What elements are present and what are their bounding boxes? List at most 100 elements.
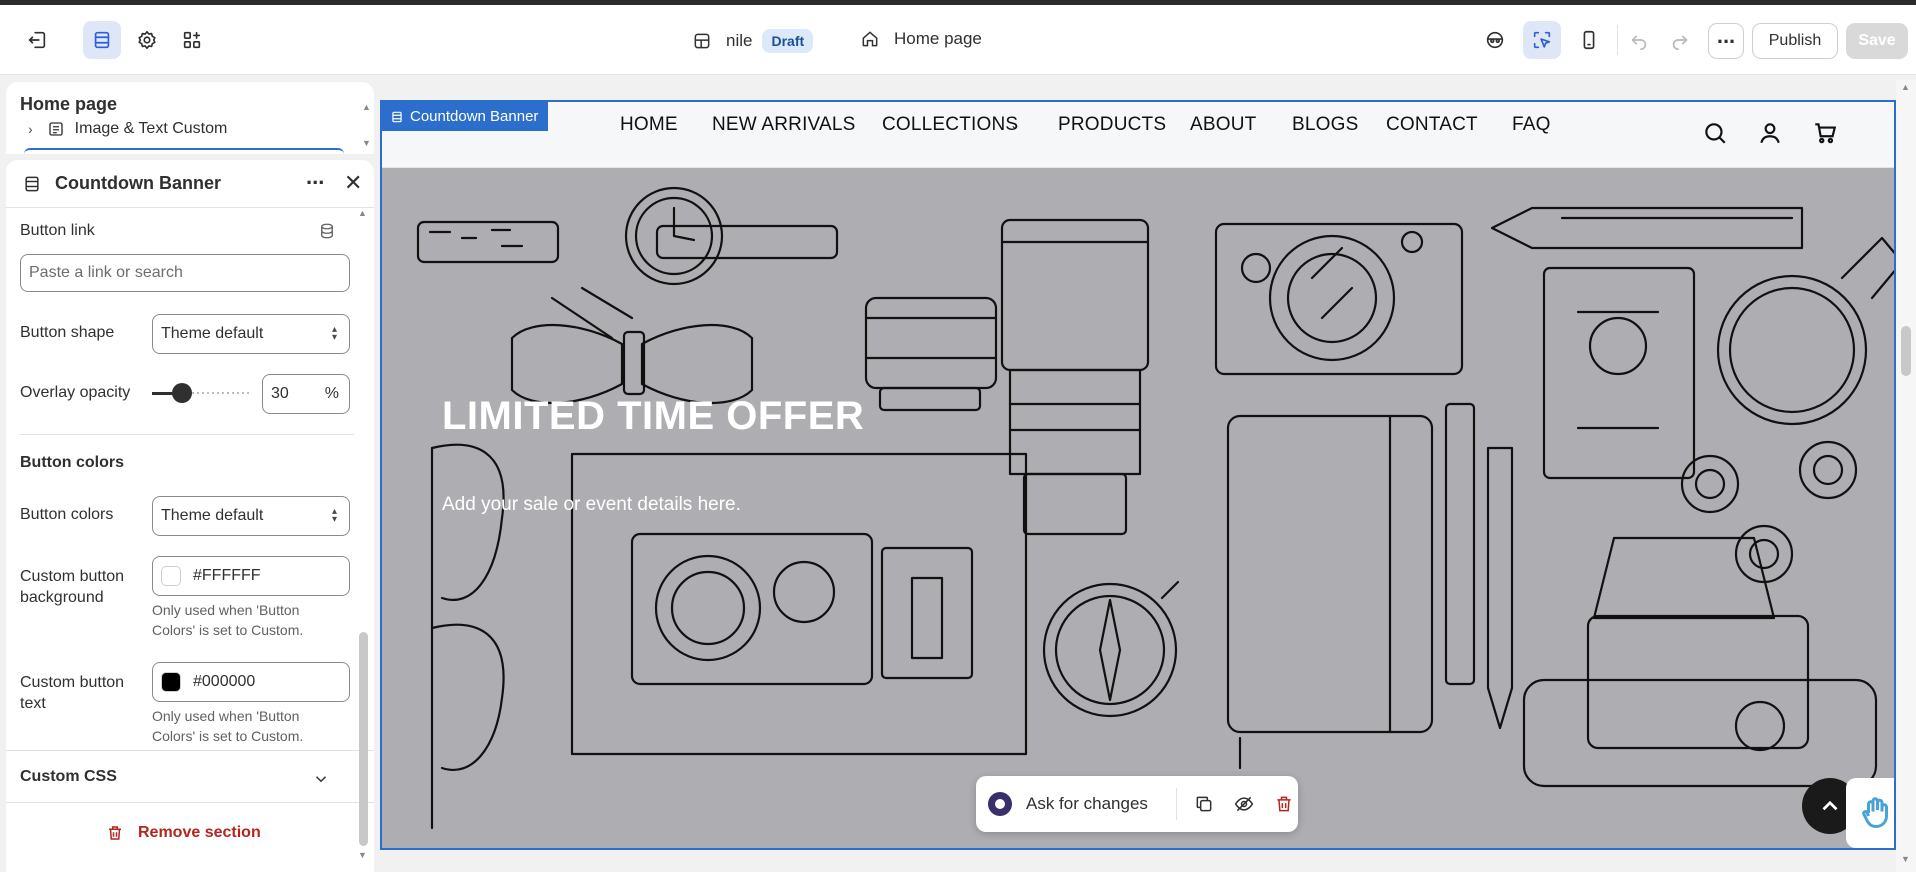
sections-icon[interactable] — [83, 21, 121, 59]
nav-blogs[interactable]: BLOGS — [1292, 114, 1358, 136]
custom-css-accordion[interactable]: Custom CSS — [6, 750, 346, 802]
save-button[interactable]: Save — [1846, 23, 1908, 59]
scroll-up-arrow[interactable]: ▲ — [1901, 82, 1910, 92]
button-colors-value: Theme default — [161, 507, 264, 524]
section-icon — [392, 111, 402, 122]
settings-gear-icon[interactable] — [128, 21, 166, 59]
search-icon[interactable] — [1702, 120, 1728, 146]
hand-icon — [1862, 797, 1888, 829]
custom-bg-color-input[interactable]: #FFFFFF — [152, 556, 350, 596]
section-icon — [25, 176, 39, 192]
page-selector[interactable]: Home page — [860, 29, 982, 49]
color-swatch-black[interactable] — [161, 672, 181, 692]
custom-text-color-input[interactable]: #000000 — [152, 662, 350, 702]
camera-illustration — [1214, 222, 1464, 376]
store-header: HOME NEW ARRIVALS COLLECTIONS ⌄ PRODUCTS… — [382, 102, 1894, 168]
ask-for-changes-button[interactable]: Ask for changes — [1026, 794, 1148, 814]
selected-section-tag[interactable]: Countdown Banner — [382, 102, 549, 131]
custom-text-hint: Only used when 'Button Colors' is set to… — [152, 706, 303, 746]
custom-bg-label: Custom button background — [20, 566, 124, 608]
apps-icon[interactable] — [173, 21, 211, 59]
close-icon[interactable]: ✕ — [344, 170, 362, 196]
delete-icon[interactable] — [1274, 794, 1294, 814]
preview-scrollbar[interactable]: ▲ ▼ — [1896, 80, 1916, 872]
button-colors-heading: Button colors — [20, 454, 124, 471]
nav-about[interactable]: ABOUT — [1190, 114, 1256, 136]
scroll-down-arrow[interactable]: ▼ — [358, 850, 367, 860]
section-more-icon[interactable]: ... — [306, 164, 324, 190]
custom-text-label: Custom button text — [20, 672, 124, 714]
storefront-preview[interactable]: HOME NEW ARRIVALS COLLECTIONS ⌄ PRODUCTS… — [380, 100, 1896, 850]
opacity-slider-handle[interactable] — [172, 383, 192, 403]
tree-item-label: Image & Text Custom — [74, 120, 228, 137]
custom-text-hint-line1: Only used when 'Button — [152, 708, 300, 724]
overlay-opacity-input[interactable]: 30 % — [262, 374, 350, 414]
custom-css-label: Custom CSS — [20, 768, 117, 785]
accessibility-widget[interactable] — [1846, 778, 1894, 848]
button-colors-label: Button colors — [20, 506, 114, 523]
section-title: Countdown Banner — [55, 173, 221, 193]
tape-rolls-illustration — [1680, 440, 1858, 584]
film-camera-illustration — [1522, 536, 1878, 788]
lens-illustration — [864, 296, 998, 412]
overlay-opacity-label: Overlay opacity — [20, 384, 131, 401]
dynamic-source-icon[interactable] — [318, 222, 336, 240]
nav-products[interactable]: PRODUCTS — [1058, 114, 1166, 136]
pen-illustration — [1444, 402, 1514, 730]
compass-illustration — [1042, 580, 1180, 718]
button-shape-select[interactable]: Theme default ▴ ▾ — [152, 314, 350, 354]
custom-bg-label-line2: background — [20, 589, 104, 606]
publish-button[interactable]: Publish — [1752, 23, 1838, 59]
view-mode-icon[interactable] — [1476, 21, 1514, 59]
nav-contact[interactable]: CONTACT — [1386, 114, 1478, 136]
tree-item-image-text[interactable]: › Image & Text Custom — [28, 120, 227, 138]
ellipsis-icon: ... — [1716, 23, 1736, 48]
account-icon[interactable] — [1757, 120, 1783, 146]
scrollbar-thumb[interactable] — [1901, 326, 1911, 376]
settings-scrollbar[interactable]: ▲ ▼ — [358, 208, 370, 860]
pencil-illustration — [1490, 206, 1804, 250]
select-arrows-icon: ▴ ▾ — [331, 324, 337, 343]
scroll-up-arrow[interactable]: ▲ — [362, 102, 371, 112]
opacity-slider-track[interactable] — [152, 383, 252, 403]
custom-bg-hint-line1: Only used when 'Button — [152, 602, 300, 618]
scroll-down-arrow[interactable]: ▼ — [362, 138, 371, 148]
inspector-cursor-icon[interactable] — [1523, 21, 1561, 59]
scrollbar-thumb[interactable] — [359, 632, 368, 846]
scroll-down-arrow[interactable]: ▼ — [1901, 854, 1910, 864]
hide-eye-icon[interactable] — [1234, 794, 1254, 814]
redo-icon[interactable] — [1661, 21, 1699, 59]
custom-bg-label-line1: Custom button — [20, 568, 125, 585]
nav-collections[interactable]: COLLECTIONS — [882, 114, 1018, 136]
color-swatch-white[interactable] — [161, 566, 181, 586]
more-actions-button[interactable]: ... — [1708, 23, 1744, 59]
custom-text-label-line1: Custom button — [20, 674, 125, 691]
divider — [1176, 788, 1177, 820]
custom-bg-hint: Only used when 'Button Colors' is set to… — [152, 600, 303, 640]
mobile-preview-icon[interactable] — [1570, 21, 1608, 59]
status-badge: Draft — [762, 29, 814, 53]
section-tree-panel: Home page › Image & Text Custom ▲ ▼ — [6, 82, 374, 154]
divider — [6, 802, 374, 803]
chevron-down-icon — [315, 776, 327, 783]
remove-section-button[interactable]: Remove section — [106, 824, 261, 842]
button-link-input[interactable]: Paste a link or search — [20, 254, 350, 292]
scroll-up-arrow[interactable]: ▲ — [358, 208, 367, 218]
nav-new-arrivals[interactable]: NEW ARRIVALS — [712, 114, 856, 136]
undo-icon[interactable] — [1620, 21, 1658, 59]
editor-toolbar: nile Draft Home page ... Publish Save — [0, 5, 1916, 75]
nav-home[interactable]: HOME — [620, 114, 678, 136]
assistant-avatar-icon — [988, 792, 1012, 816]
exit-icon[interactable] — [18, 21, 56, 59]
select-arrows-icon: ▴ ▾ — [331, 506, 337, 525]
theme-selector[interactable]: nile Draft — [692, 29, 814, 53]
nav-faq[interactable]: FAQ — [1512, 114, 1551, 136]
text-block-icon — [48, 122, 63, 136]
cart-icon[interactable] — [1812, 120, 1838, 146]
chevron-up-icon — [1822, 800, 1838, 811]
duplicate-icon[interactable] — [1194, 794, 1214, 814]
button-colors-select[interactable]: Theme default ▴ ▾ — [152, 496, 350, 536]
ask-for-changes-bar: Ask for changes — [976, 776, 1298, 832]
home-icon — [862, 31, 878, 47]
toolbar-divider — [1617, 25, 1618, 55]
